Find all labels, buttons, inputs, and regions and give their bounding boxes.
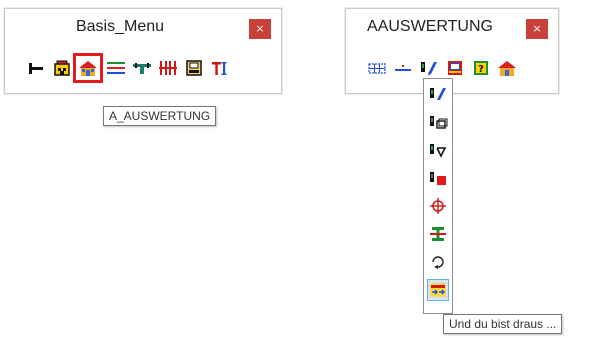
minus-icon[interactable] bbox=[392, 57, 414, 79]
window-red-icon[interactable] bbox=[444, 57, 466, 79]
flag-play-icon[interactable] bbox=[427, 139, 449, 161]
auswertung-menu-close-button[interactable]: × bbox=[526, 19, 548, 39]
i-beam-icon[interactable] bbox=[427, 223, 449, 245]
basis-menu-title: Basis_Menu bbox=[75, 18, 165, 35]
house-icon[interactable] bbox=[496, 57, 518, 79]
help-question-icon[interactable]: ? bbox=[470, 57, 492, 79]
t-junction-icon[interactable] bbox=[25, 57, 47, 79]
basis-menu-tooltip: A_AUSWERTUNG bbox=[103, 106, 217, 126]
building-icon[interactable] bbox=[51, 57, 73, 79]
auswertung-menu-title: AAUSWERTUNG bbox=[367, 18, 493, 35]
grid-icon[interactable] bbox=[366, 57, 388, 79]
rotate-icon[interactable] bbox=[427, 251, 449, 273]
dropdown-tooltip: Und du bist draus ... bbox=[443, 314, 563, 334]
edit-pencil-icon[interactable] bbox=[418, 57, 440, 79]
red-block-icon[interactable] bbox=[427, 167, 449, 189]
vertical-bars-icon[interactable] bbox=[157, 57, 179, 79]
basis-menu-titlebar[interactable]: Basis_Menu × bbox=[5, 9, 281, 45]
basis-menu-panel: Basis_Menu × bbox=[4, 8, 282, 94]
svg-text:?: ? bbox=[478, 64, 484, 75]
crosshair-icon[interactable] bbox=[427, 195, 449, 217]
basis-menu-toolbar bbox=[5, 53, 281, 83]
house-auswertung-icon[interactable] bbox=[73, 53, 103, 83]
auswertung-menu-titlebar[interactable]: AAUSWERTUNG × bbox=[346, 9, 558, 45]
basis-menu-close-button[interactable]: × bbox=[249, 19, 271, 39]
edit-pencil-icon[interactable] bbox=[427, 83, 449, 105]
copy-box-icon[interactable] bbox=[427, 111, 449, 133]
monitor-icon[interactable] bbox=[183, 57, 205, 79]
exit-arrows-icon[interactable] bbox=[427, 279, 449, 301]
colored-lines-icon[interactable] bbox=[105, 57, 127, 79]
text-tool-icon[interactable] bbox=[209, 57, 231, 79]
auswertung-dropdown bbox=[423, 78, 453, 314]
pipe-icon[interactable] bbox=[131, 57, 153, 79]
